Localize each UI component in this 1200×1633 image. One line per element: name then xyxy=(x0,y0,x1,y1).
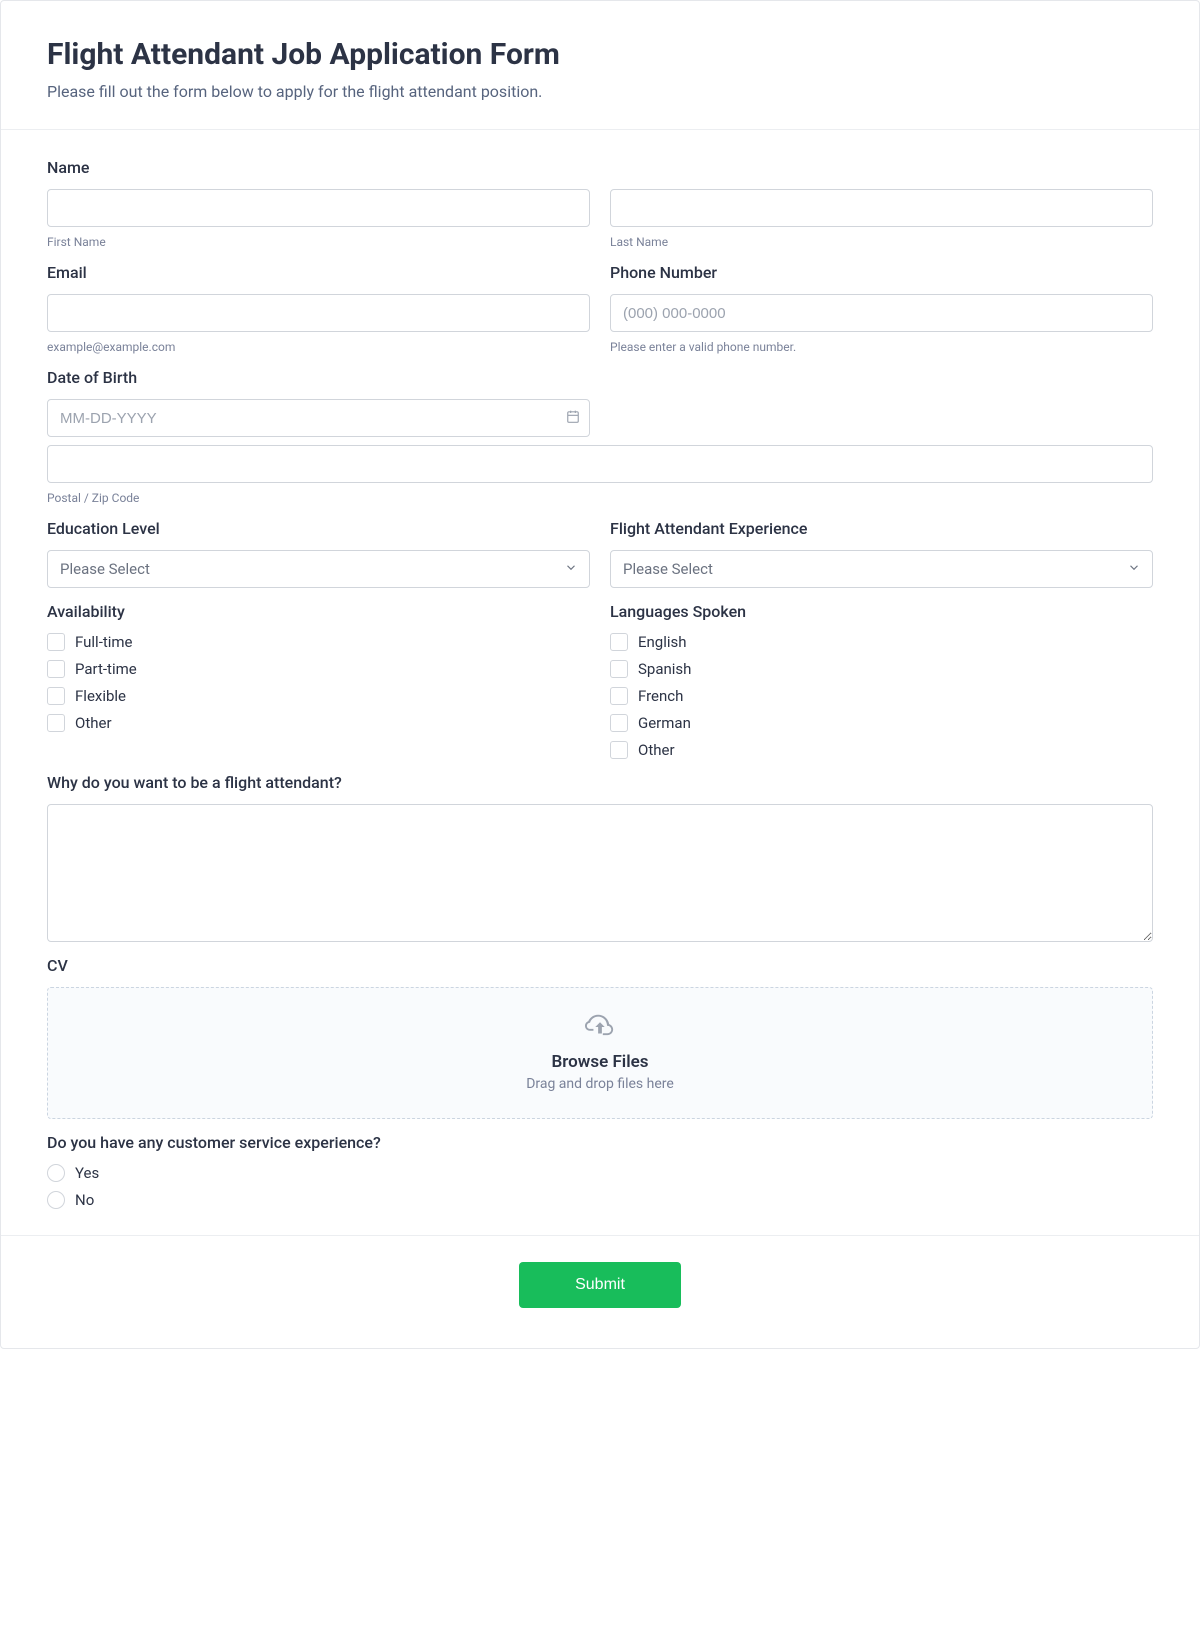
last-name-input[interactable] xyxy=(610,189,1153,227)
checkbox-icon[interactable] xyxy=(47,687,65,705)
page-subtitle: Please fill out the form below to apply … xyxy=(47,82,1153,101)
email-sublabel: example@example.com xyxy=(47,340,590,354)
languages-option-label: Spanish xyxy=(638,660,691,678)
email-input[interactable] xyxy=(47,294,590,332)
languages-option[interactable]: English xyxy=(610,633,1153,651)
motivation-textarea[interactable] xyxy=(47,804,1153,942)
cloud-upload-icon xyxy=(585,1014,615,1042)
languages-option-label: German xyxy=(638,714,691,732)
checkbox-icon[interactable] xyxy=(47,714,65,732)
customer-service-group: Yes No xyxy=(47,1164,1153,1209)
languages-option[interactable]: French xyxy=(610,687,1153,705)
radio-icon[interactable] xyxy=(47,1191,65,1209)
checkbox-icon[interactable] xyxy=(610,741,628,759)
postal-sublabel: Postal / Zip Code xyxy=(47,491,1153,505)
experience-select[interactable]: Please Select xyxy=(610,550,1153,588)
first-name-input[interactable] xyxy=(47,189,590,227)
languages-option[interactable]: Spanish xyxy=(610,660,1153,678)
availability-option[interactable]: Part-time xyxy=(47,660,590,678)
checkbox-icon[interactable] xyxy=(610,714,628,732)
name-label: Name xyxy=(47,158,1153,177)
customer-service-option[interactable]: Yes xyxy=(47,1164,1153,1182)
customer-service-option-label: Yes xyxy=(75,1164,99,1182)
phone-label: Phone Number xyxy=(610,263,1153,282)
availability-option[interactable]: Flexible xyxy=(47,687,590,705)
education-select[interactable]: Please Select xyxy=(47,550,590,588)
customer-service-option[interactable]: No xyxy=(47,1191,1153,1209)
form-container: Flight Attendant Job Application Form Pl… xyxy=(0,0,1200,1349)
last-name-sublabel: Last Name xyxy=(610,235,1153,249)
dob-input[interactable] xyxy=(47,399,590,437)
customer-service-option-label: No xyxy=(75,1191,94,1209)
phone-sublabel: Please enter a valid phone number. xyxy=(610,340,1153,354)
availability-option[interactable]: Full-time xyxy=(47,633,590,651)
availability-option[interactable]: Other xyxy=(47,714,590,732)
checkbox-icon[interactable] xyxy=(610,633,628,651)
form-footer: Submit xyxy=(1,1235,1199,1348)
email-label: Email xyxy=(47,263,590,282)
languages-group: English Spanish French German xyxy=(610,633,1153,759)
submit-button[interactable]: Submit xyxy=(519,1262,681,1308)
availability-option-label: Flexible xyxy=(75,687,126,705)
motivation-label: Why do you want to be a flight attendant… xyxy=(47,773,1153,792)
availability-option-label: Part-time xyxy=(75,660,137,678)
languages-option[interactable]: German xyxy=(610,714,1153,732)
upload-dragdrop-label: Drag and drop files here xyxy=(68,1076,1132,1092)
checkbox-icon[interactable] xyxy=(610,687,628,705)
form-body: Name First Name Last Name Email e xyxy=(1,130,1199,1235)
languages-option[interactable]: Other xyxy=(610,741,1153,759)
customer-service-label: Do you have any customer service experie… xyxy=(47,1133,1153,1152)
experience-label: Flight Attendant Experience xyxy=(610,519,1153,538)
languages-option-label: Other xyxy=(638,741,675,759)
checkbox-icon[interactable] xyxy=(610,660,628,678)
cv-upload-zone[interactable]: Browse Files Drag and drop files here xyxy=(47,987,1153,1119)
languages-option-label: English xyxy=(638,633,687,651)
languages-option-label: French xyxy=(638,687,683,705)
availability-option-label: Other xyxy=(75,714,112,732)
cv-label: CV xyxy=(47,956,1153,975)
availability-group: Full-time Part-time Flexible Other xyxy=(47,633,590,732)
postal-code-input[interactable] xyxy=(47,445,1153,483)
availability-option-label: Full-time xyxy=(75,633,133,651)
checkbox-icon[interactable] xyxy=(47,633,65,651)
checkbox-icon[interactable] xyxy=(47,660,65,678)
first-name-sublabel: First Name xyxy=(47,235,590,249)
upload-browse-label: Browse Files xyxy=(68,1052,1132,1072)
education-label: Education Level xyxy=(47,519,590,538)
availability-label: Availability xyxy=(47,602,590,621)
page-title: Flight Attendant Job Application Form xyxy=(47,37,1153,72)
dob-label: Date of Birth xyxy=(47,368,590,387)
languages-label: Languages Spoken xyxy=(610,602,1153,621)
radio-icon[interactable] xyxy=(47,1164,65,1182)
form-header: Flight Attendant Job Application Form Pl… xyxy=(1,1,1199,130)
phone-input[interactable] xyxy=(610,294,1153,332)
